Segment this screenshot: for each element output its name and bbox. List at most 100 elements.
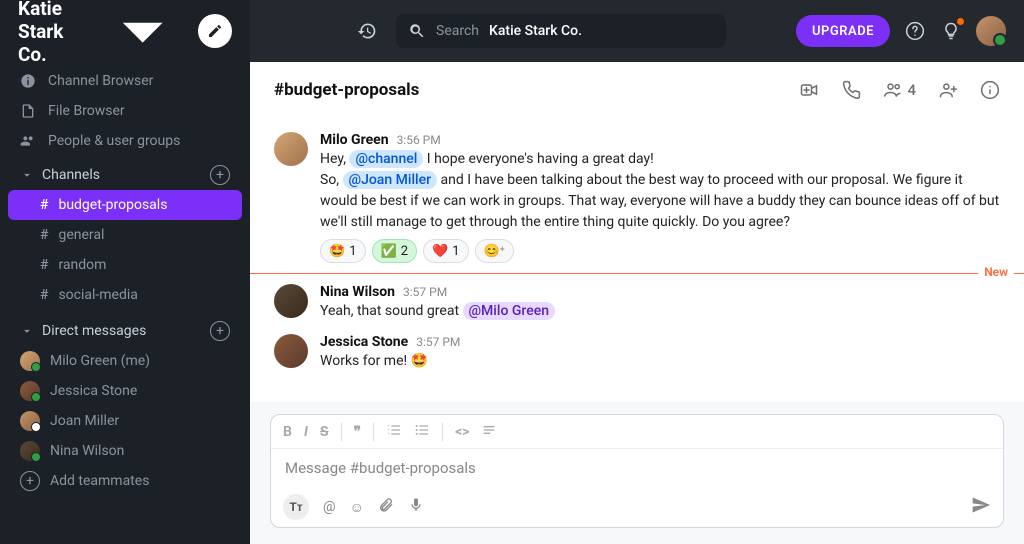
attach-button[interactable] <box>378 497 394 517</box>
chevron-down-icon <box>20 324 34 338</box>
message-author[interactable]: Jessica Stone <box>320 334 408 350</box>
members-button[interactable]: 4 <box>883 80 916 100</box>
avatar[interactable] <box>274 132 308 166</box>
main-area: Search Katie Stark Co. UPGRADE #budget-p… <box>250 0 1024 544</box>
composer: B I S ❞ <> Message #budget-proposals Tᴛ … <box>270 414 1004 528</box>
dms-section-header[interactable]: Direct messages + <box>0 316 250 346</box>
dm-item[interactable]: Nina Wilson <box>0 436 250 466</box>
avatar <box>20 351 40 371</box>
reaction[interactable]: ❤️1 <box>423 239 469 263</box>
reaction[interactable]: 🤩1 <box>320 239 366 263</box>
ordered-list-button[interactable] <box>386 422 402 442</box>
channel-general[interactable]: # general <box>8 220 242 250</box>
workspace-name: Katie Stark Co. <box>18 0 89 66</box>
compose-button[interactable] <box>198 14 232 48</box>
section-label: Direct messages <box>42 323 146 339</box>
nav-file-browser[interactable]: File Browser <box>0 96 250 126</box>
nav-channel-browser[interactable]: Channel Browser <box>0 66 250 96</box>
search-bar[interactable]: Search Katie Stark Co. <box>396 14 726 48</box>
message-time: 3:57 PM <box>416 335 460 349</box>
code-block-button[interactable] <box>481 422 497 442</box>
avatar <box>20 441 40 461</box>
message-list: Milo Green 3:56 PM Hey, @channel I hope … <box>250 118 1024 402</box>
topbar: Search Katie Stark Co. UPGRADE <box>250 0 1024 62</box>
message: Jessica Stone 3:57 PM Works for me! 🤩 <box>250 328 1024 378</box>
message-author[interactable]: Milo Green <box>320 132 389 148</box>
video-icon <box>799 80 819 100</box>
message-author[interactable]: Nina Wilson <box>320 284 395 300</box>
channel-info-button[interactable] <box>980 80 1000 100</box>
quote-button[interactable]: ❞ <box>354 424 362 440</box>
message-input[interactable]: Message #budget-proposals <box>271 449 1003 487</box>
avatar <box>20 411 40 431</box>
message-text: Works for me! 🤩 <box>320 351 1000 372</box>
hash-icon: # <box>40 197 48 213</box>
avatar[interactable] <box>274 284 308 318</box>
history-button[interactable] <box>352 16 382 46</box>
message-time: 3:56 PM <box>397 133 441 147</box>
dm-item[interactable]: Milo Green (me) <box>0 346 250 376</box>
bulb-icon <box>941 21 961 41</box>
phone-icon <box>841 80 861 100</box>
search-scope: Katie Stark Co. <box>489 23 582 39</box>
hash-icon: # <box>40 227 48 243</box>
reaction[interactable]: ✅2 <box>372 239 418 263</box>
mention[interactable]: @channel <box>349 150 423 168</box>
channel-name: general <box>58 227 104 243</box>
upgrade-label: UPGRADE <box>812 24 874 39</box>
emoji-button[interactable]: ☺ <box>350 499 364 516</box>
add-teammates-label: Add teammates <box>50 473 149 489</box>
bold-button[interactable]: B <box>283 424 292 440</box>
message-text: Yeah, that sound great @Milo Green <box>320 301 1000 322</box>
add-member-button[interactable] <box>938 80 958 100</box>
add-teammates-button[interactable]: + Add teammates <box>0 466 250 496</box>
nav-people-groups[interactable]: People & user groups <box>0 126 250 156</box>
add-channel-button[interactable]: + <box>210 165 230 185</box>
composer-area: B I S ❞ <> Message #budget-proposals Tᴛ … <box>250 402 1024 544</box>
hash-icon: # <box>40 257 48 273</box>
channel-name: social-media <box>58 287 137 303</box>
mic-button[interactable] <box>408 497 424 517</box>
add-reaction-button[interactable]: 😊⁺ <box>475 239 514 263</box>
bullet-list-button[interactable] <box>414 422 430 442</box>
formatting-toggle[interactable]: Tᴛ <box>283 494 309 520</box>
send-button[interactable] <box>971 495 991 519</box>
upgrade-button[interactable]: UPGRADE <box>796 15 890 47</box>
channel-random[interactable]: # random <box>8 250 242 280</box>
channel-budget-proposals[interactable]: # budget-proposals <box>8 190 242 220</box>
mention-button[interactable]: @ <box>323 499 336 515</box>
workspace-header[interactable]: Katie Stark Co. <box>0 0 250 62</box>
file-browser-icon <box>20 103 36 119</box>
dm-name: Nina Wilson <box>50 443 124 459</box>
message: Nina Wilson 3:57 PM Yeah, that sound gre… <box>250 278 1024 328</box>
info-icon <box>980 80 1000 100</box>
dm-item[interactable]: Jessica Stone <box>0 376 250 406</box>
channel-list: # budget-proposals # general # random # … <box>0 190 250 310</box>
video-call-button[interactable] <box>799 80 819 100</box>
channel-header: #budget-proposals 4 <box>250 62 1024 118</box>
avatar[interactable] <box>274 334 308 368</box>
mention[interactable]: @Joan Miller <box>343 171 438 189</box>
dm-item[interactable]: Joan Miller <box>0 406 250 436</box>
channel-name: budget-proposals <box>58 197 167 213</box>
nav-label: Channel Browser <box>48 73 153 89</box>
italic-button[interactable]: I <box>304 424 308 440</box>
strike-button[interactable]: S <box>320 424 329 440</box>
mention[interactable]: @Milo Green <box>463 302 556 320</box>
hash-icon: # <box>40 287 48 303</box>
code-button[interactable]: <> <box>455 424 469 440</box>
channel-social-media[interactable]: # social-media <box>8 280 242 310</box>
user-avatar[interactable] <box>976 16 1006 46</box>
audio-call-button[interactable] <box>841 80 861 100</box>
format-toolbar: B I S ❞ <> <box>271 415 1003 449</box>
channel-title[interactable]: #budget-proposals <box>274 80 799 100</box>
member-count: 4 <box>907 81 916 99</box>
search-icon <box>408 22 426 40</box>
members-icon <box>883 80 903 100</box>
reactions: 🤩1 ✅2 ❤️1 😊⁺ <box>320 239 1000 263</box>
plus-icon: + <box>20 471 40 491</box>
activity-button[interactable] <box>940 20 962 42</box>
add-dm-button[interactable]: + <box>210 321 230 341</box>
channels-section-header[interactable]: Channels + <box>0 160 250 190</box>
help-button[interactable] <box>904 20 926 42</box>
